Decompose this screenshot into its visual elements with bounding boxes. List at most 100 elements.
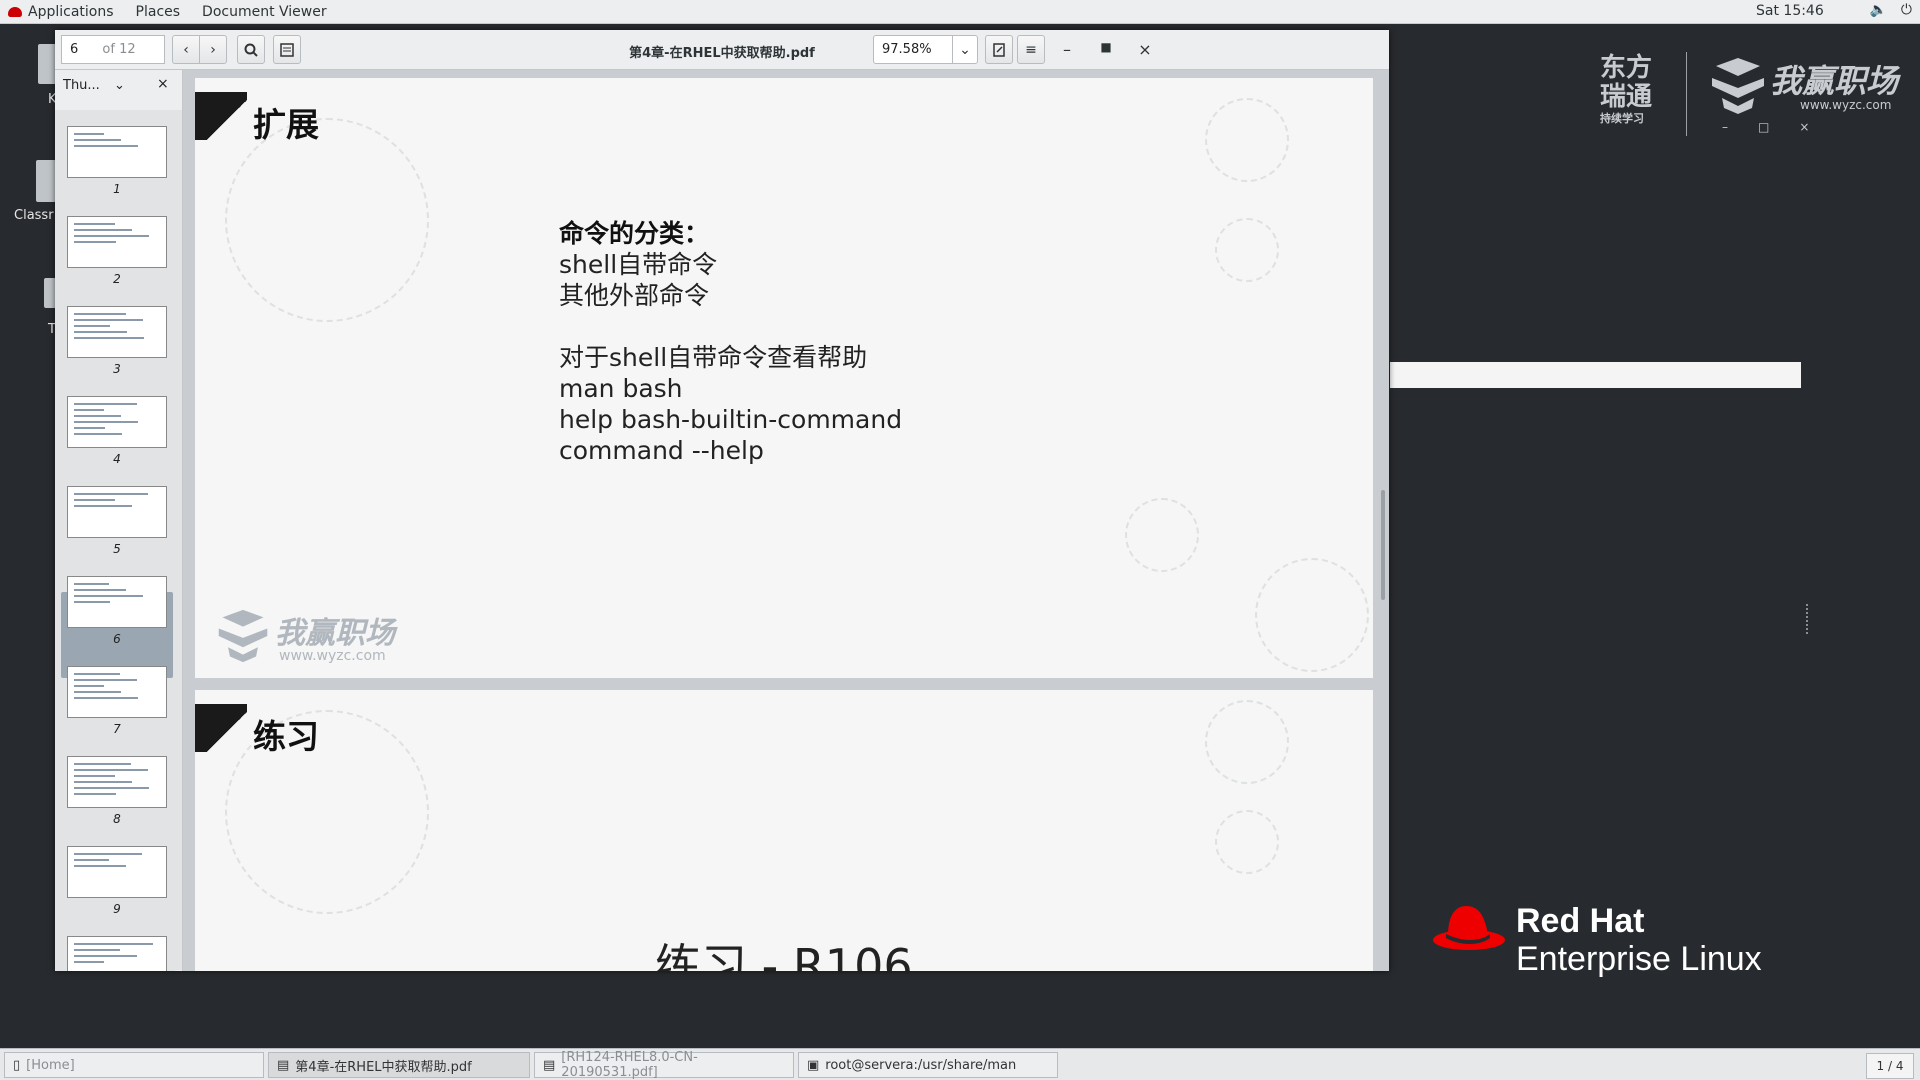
taskbar-label: [RH124-RHEL8.0-CN-20190531.pdf] (561, 1050, 698, 1080)
document-viewer-menu[interactable]: Document Viewer (202, 4, 327, 20)
chevron-down-icon: ⌄ (959, 41, 971, 58)
document-scrollbar[interactable] (1381, 490, 1385, 600)
thumbnail-line (74, 403, 137, 405)
logo1-line1: 东方 (1600, 53, 1653, 83)
thumbnail-line (74, 415, 121, 417)
exercise-title: 练习 - R106 (655, 939, 913, 971)
terminal-icon: ▣ (807, 1057, 820, 1073)
sidebar-mode-combo[interactable]: Thu... ⌄ (63, 78, 125, 93)
watermark-text: 我赢职场 (275, 616, 395, 651)
sidebar-mode-label: Thu... (63, 78, 100, 93)
content-line: man bash (559, 374, 683, 403)
minimize-window-button[interactable]: – (1057, 40, 1077, 59)
thumbnail-line (74, 223, 115, 225)
sidebar-toggle-button[interactable] (273, 35, 301, 64)
pdf-page-7: 练习 练习 - R106 (195, 690, 1373, 971)
taskbar-item-terminal[interactable]: ▣ root@servera:/usr/share/man (798, 1052, 1058, 1078)
zoom-dropdown-button[interactable]: ⌄ (952, 35, 978, 64)
content-line: 对于shell自带命令查看帮助 (559, 343, 868, 372)
thumbnail-line (74, 775, 115, 777)
page-thumbnail[interactable] (67, 306, 167, 358)
thumbnail-line (74, 679, 137, 681)
thumbnail-line (74, 769, 148, 771)
thumbnail-line (74, 865, 126, 867)
decor-flower (225, 118, 429, 322)
zoom-combo[interactable]: 97.58% (873, 35, 953, 64)
page-thumbnail[interactable] (67, 126, 167, 178)
thumbnail-number: 5 (113, 542, 121, 556)
document-area[interactable]: 扩展 命令的分类： shell自带命令 其他外部命令 对于shell自带命令查看… (183, 70, 1389, 971)
sidebar-close-icon[interactable]: × (157, 76, 169, 92)
thumbnail-number: 8 (113, 812, 121, 826)
maximize-window-button[interactable]: ■ (1096, 40, 1116, 54)
page-thumbnail[interactable] (67, 936, 167, 971)
thumbnail-line (74, 409, 104, 411)
page-thumbnail[interactable] (67, 666, 167, 718)
annotate-icon (993, 42, 1005, 57)
watermark-url: www.wyzc.com (279, 648, 386, 664)
page-thumbnail[interactable] (67, 756, 167, 808)
minimize-icon: – (1722, 120, 1728, 134)
taskbar-item-pdf-active[interactable]: ▤ 第4章-在RHEL中获取帮助.pdf (268, 1052, 530, 1078)
volume-icon[interactable]: 🔈 (1869, 2, 1886, 18)
page-thumbnail[interactable] (67, 846, 167, 898)
chevron-right-icon: › (210, 41, 216, 58)
thumbnail-line (74, 133, 104, 135)
decor-flower (1215, 218, 1279, 282)
annotate-button[interactable] (985, 35, 1013, 64)
thumbnail-number: 6 (113, 632, 121, 646)
next-page-button[interactable]: › (199, 35, 227, 64)
thumbnail-line (74, 589, 126, 591)
previous-page-button[interactable]: ‹ (172, 35, 200, 64)
menu-button[interactable]: ≡ (1017, 35, 1045, 64)
thumbnail-line (74, 427, 105, 429)
thumbnail-line (74, 583, 109, 585)
bottom-taskbar: ▯ [Home] ▤ 第4章-在RHEL中获取帮助.pdf ▤ [RH124-RHEL… (0, 1048, 1920, 1080)
thumbnail-line (74, 595, 143, 597)
thumbnail-list: 1 2 3 4 5 6 7 8 9 (55, 110, 175, 971)
chevron-down-icon: ⌄ (113, 78, 125, 93)
redhat-hat-icon (1433, 906, 1505, 950)
applications-menu[interactable]: Applications (8, 4, 114, 20)
thumbnail-line (74, 229, 132, 231)
search-button[interactable] (237, 35, 265, 64)
clock[interactable]: Sat 15:46 (1756, 3, 1824, 19)
page-thumbnail[interactable] (67, 396, 167, 448)
file-manager-icon: ▯ (13, 1057, 21, 1073)
taskbar-label: 第4章-在RHEL中获取帮助.pdf (295, 1059, 472, 1075)
sidebar-scrollbar[interactable] (175, 110, 182, 970)
page-thumbnail[interactable] (67, 576, 167, 628)
power-icon[interactable]: ⏻ (1901, 2, 1912, 18)
heading-marker (195, 92, 247, 140)
thumbnail-number: 2 (113, 272, 121, 286)
sidebar-icon (280, 42, 294, 57)
applications-label: Applications (28, 3, 114, 20)
thumbnail-number: 3 (113, 362, 121, 376)
thumbnail-line (74, 859, 109, 861)
thumbnail-line (74, 421, 138, 423)
content-line: 命令的分类： (559, 219, 710, 248)
thumbnail-number: 1 (113, 182, 121, 196)
thumbnail-line (74, 313, 126, 315)
desktop-icon-2[interactable] (36, 160, 56, 202)
taskbar-item-pdf-rh124[interactable]: ▤ [RH124-RHEL8.0-CN-20190531.pdf] (534, 1050, 794, 1080)
decor-flower (1255, 558, 1369, 672)
taskbar-item-home[interactable]: ▯ [Home] (4, 1052, 264, 1078)
content-line: 其他外部命令 (559, 281, 710, 310)
taskbar-label: [Home] (26, 1057, 75, 1073)
thumbnail-sidebar: Thu... ⌄ × 1 2 3 4 5 6 7 8 9 (55, 70, 183, 971)
thumbnail-line (74, 691, 121, 693)
thumbnail-line (74, 499, 115, 501)
places-menu[interactable]: Places (136, 4, 181, 20)
page-thumbnail[interactable] (67, 486, 167, 538)
page-number-entry[interactable]: 6 of 12 (61, 35, 165, 64)
close-window-button[interactable]: × (1135, 40, 1155, 59)
thumbnail-line (74, 325, 110, 327)
page-total: of 12 (102, 42, 136, 57)
thumbnail-line (74, 433, 122, 435)
logo1-sub: 持续学习 (1600, 112, 1644, 125)
page-thumbnail[interactable] (67, 216, 167, 268)
pdf-page-6: 扩展 命令的分类： shell自带命令 其他外部命令 对于shell自带命令查看… (195, 78, 1373, 678)
workspace-pager[interactable]: 1 / 4 (1866, 1053, 1914, 1079)
thumbnail-line (74, 139, 121, 141)
